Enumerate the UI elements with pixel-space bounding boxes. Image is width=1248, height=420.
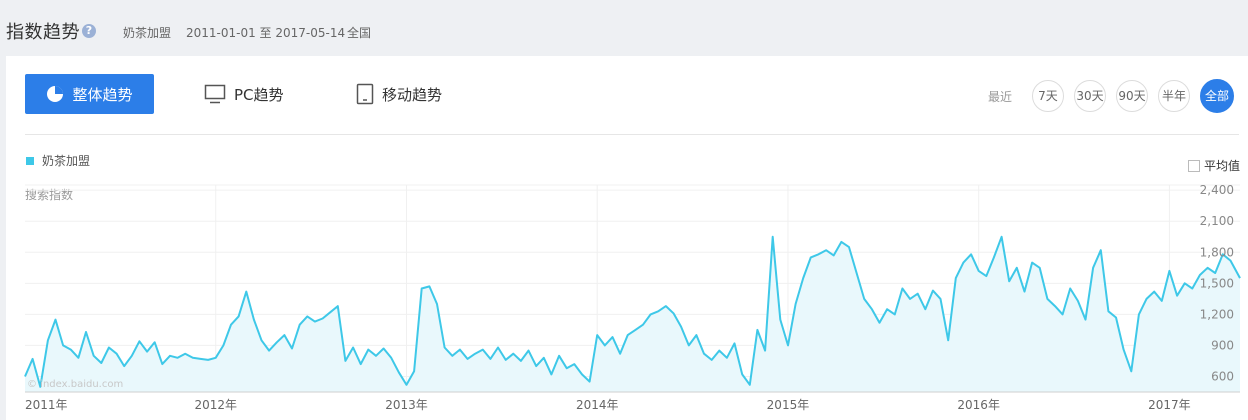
x-tick-label: 2014年 xyxy=(576,398,619,412)
x-tick-label: 2017年 xyxy=(1148,398,1191,412)
y-tick-label: 1,200 xyxy=(1200,307,1234,321)
y-tick-label: 900 xyxy=(1211,338,1234,352)
y-tick-label: 600 xyxy=(1211,369,1234,383)
watermark-text: © index.baidu.com xyxy=(27,379,123,390)
trend-chart[interactable]: 600 900 1,200 1,500 1,800 2,100 2,400 2011年 2012… xyxy=(0,0,1248,420)
x-tick-label: 2013年 xyxy=(385,398,428,412)
x-tick-label: 2016年 xyxy=(957,398,1000,412)
y-tick-label: 2,400 xyxy=(1200,183,1234,197)
y-tick-label: 2,100 xyxy=(1200,214,1234,228)
x-tick-label: 2012年 xyxy=(194,398,237,412)
y-tick-label: 1,800 xyxy=(1200,245,1234,259)
y-tick-label: 1,500 xyxy=(1200,276,1234,290)
x-tick-label: 2015年 xyxy=(767,398,810,412)
x-tick-label: 2011年 xyxy=(25,398,68,412)
